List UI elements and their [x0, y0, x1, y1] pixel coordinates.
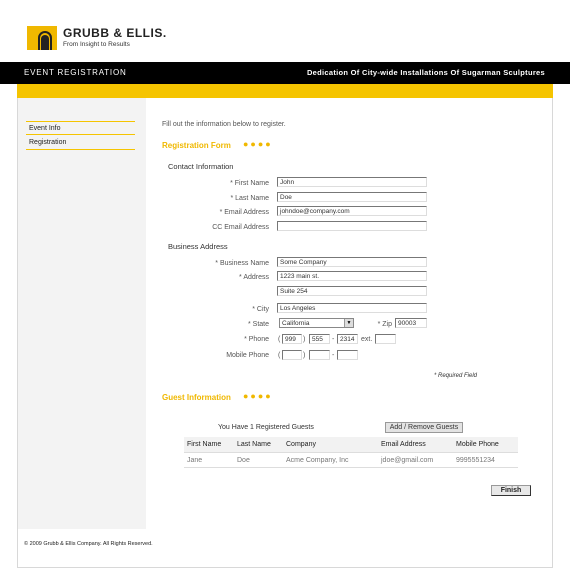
logo-tagline: From Insight to Results — [63, 41, 130, 48]
sidebar: Event Info Registration — [18, 98, 146, 529]
section-dots-icon: ●●●● — [243, 139, 273, 149]
business-name-field[interactable]: Some Company — [277, 257, 427, 267]
sidebar-item-event-info[interactable]: Event Info — [26, 121, 135, 135]
mobile-prefix-field[interactable] — [309, 350, 330, 360]
column-header: Email Address — [381, 441, 426, 448]
first-name-label: * First Name — [230, 180, 269, 187]
phone-label: * Phone — [244, 336, 269, 343]
logo-name: GRUBB & ELLIS. — [63, 26, 167, 40]
city-label: * City — [252, 306, 269, 313]
phone-area-field[interactable]: 999 — [282, 334, 302, 344]
column-header: Mobile Phone — [456, 441, 499, 448]
yellow-banner — [17, 84, 553, 98]
guest-company: Acme Company, Inc — [286, 457, 349, 464]
table-row: Jane Doe Acme Company, Inc jdoe@gmail.co… — [184, 452, 518, 468]
column-header: Last Name — [237, 441, 271, 448]
guest-first-name: Jane — [187, 457, 203, 464]
add-remove-guests-button[interactable]: Add / Remove Guests — [385, 422, 463, 433]
guest-count-text: You Have 1 Registered Guests — [218, 424, 314, 431]
phone-ext-label: ext. — [361, 336, 373, 343]
mobile-paren-open: ( — [278, 352, 281, 359]
sidebar-item-registration[interactable]: Registration — [26, 136, 135, 150]
mobile-line-field[interactable] — [337, 350, 358, 360]
guest-email: jdoe@gmail.com — [381, 457, 434, 464]
state-label: * State — [247, 321, 269, 328]
phone-prefix-field[interactable]: 555 — [309, 334, 330, 344]
mobile-area-field[interactable] — [282, 350, 302, 360]
last-name-label: * Last Name — [230, 195, 269, 202]
mobile-dash: - — [332, 352, 335, 359]
column-header: First Name — [187, 441, 222, 448]
cc-email-label: CC Email Address — [212, 224, 269, 231]
zip-field[interactable]: 90003 — [395, 318, 427, 328]
required-field-note: * Required Field — [434, 373, 478, 379]
email-field[interactable]: johndoe@company.com — [277, 206, 427, 216]
site-header: GRUBB & ELLIS. From Insight to Results — [0, 0, 570, 62]
first-name-field[interactable]: John — [277, 177, 427, 187]
guest-last-name: Doe — [237, 457, 250, 464]
phone-dash: - — [332, 336, 335, 343]
top-bar: EVENT REGISTRATION Dedication Of City-wi… — [0, 62, 570, 84]
finish-button[interactable]: Finish — [491, 485, 531, 496]
page-section-title: EVENT REGISTRATION — [24, 68, 127, 77]
phone-line-field[interactable]: 2314 — [337, 334, 358, 344]
intro-text: Fill out the information below to regist… — [162, 121, 286, 128]
last-name-field[interactable]: Doe — [277, 192, 427, 202]
mobile-phone-label: Mobile Phone — [226, 352, 269, 359]
address-label: * Address — [239, 274, 269, 281]
mobile-paren-close: ) — [303, 352, 306, 359]
event-title: Dedication Of City-wide Installations Of… — [306, 68, 545, 77]
logo-icon — [27, 26, 57, 50]
email-label: * Email Address — [219, 209, 269, 216]
business-address-title: Business Address — [168, 242, 228, 251]
zip-label: * Zip — [377, 321, 392, 328]
guest-info-title: Guest Information — [162, 393, 231, 402]
business-name-label: * Business Name — [215, 260, 269, 267]
guest-table-header: First Name Last Name Company Email Addre… — [184, 437, 518, 452]
address-line2-field[interactable]: Suite 254 — [277, 286, 427, 296]
phone-paren-close: ) — [303, 336, 306, 343]
section-dots-icon: ●●●● — [243, 391, 273, 401]
address-line1-field[interactable]: 1223 main st. — [277, 271, 427, 281]
city-field[interactable]: Los Angeles — [277, 303, 427, 313]
registration-form-title: Registration Form — [162, 141, 231, 150]
contact-info-title: Contact Information — [168, 162, 234, 171]
phone-ext-field[interactable] — [375, 334, 396, 344]
phone-paren-open: ( — [278, 336, 281, 343]
guest-mobile: 9995551234 — [456, 457, 495, 464]
footer-copyright: © 2009 Grubb & Ellis Company. All Rights… — [24, 541, 153, 547]
column-header: Company — [286, 441, 316, 448]
cc-email-field[interactable] — [277, 221, 427, 231]
